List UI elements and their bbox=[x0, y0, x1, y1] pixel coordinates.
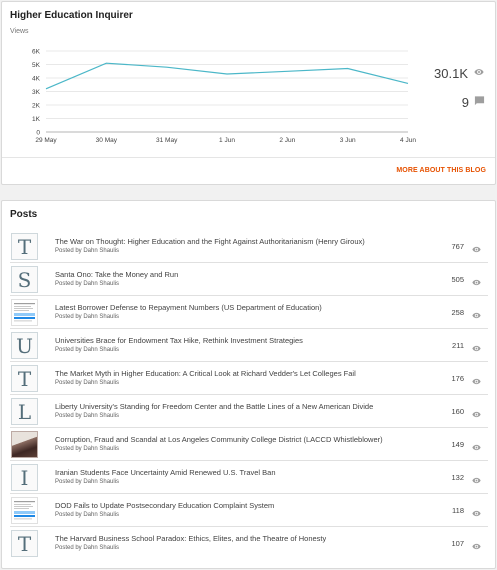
eye-icon bbox=[471, 307, 482, 325]
views-series-line bbox=[45, 62, 409, 90]
views-total: 30.1K bbox=[434, 65, 468, 81]
post-author: Posted by Dahn Shaulis bbox=[55, 413, 120, 419]
eye-icon bbox=[471, 241, 482, 259]
post-title-link[interactable]: DOD Fails to Update Postsecondary Educat… bbox=[55, 501, 274, 510]
x-tick-label: 2 Jun bbox=[279, 137, 295, 144]
comments-total: 9 bbox=[461, 94, 469, 110]
views-line-chart: 0 1K 2K 3K 4K 5K 6K 29 May 30 May 31 May 1 Jun 2 J… bbox=[32, 49, 416, 145]
post-view-count: 107 bbox=[451, 539, 464, 548]
post-thumbnail-document[interactable] bbox=[11, 497, 38, 524]
posts-title: Posts bbox=[10, 209, 38, 220]
y-tick-label: 1K bbox=[32, 116, 41, 123]
eye-icon bbox=[471, 274, 482, 292]
eye-icon bbox=[471, 538, 482, 556]
post-view-count: 118 bbox=[452, 506, 464, 515]
comment-icon bbox=[474, 93, 485, 111]
chart-x-ticks: 29 May 30 May 31 May 1 Jun 2 Jun 3 Jun 4 Jun bbox=[35, 137, 416, 144]
eye-icon bbox=[471, 340, 482, 358]
post-view-count: 258 bbox=[451, 308, 464, 317]
x-tick-label: 3 Jun bbox=[340, 137, 356, 144]
post-author: Posted by Dahn Shaulis bbox=[55, 347, 120, 353]
post-view-count: 505 bbox=[451, 275, 464, 284]
posts-list: T The War on Thought: Higher Education an… bbox=[10, 230, 488, 560]
eye-icon bbox=[473, 64, 485, 82]
chart-y-ticks: 0 1K 2K 3K 4K 5K 6K bbox=[32, 49, 41, 137]
post-author: Posted by Dahn Shaulis bbox=[55, 248, 120, 254]
post-thumbnail-photo[interactable] bbox=[11, 431, 38, 458]
stats-card: Higher Education Inquirer Views 0 1K 2K 3K 4… bbox=[1, 1, 496, 185]
post-author: Posted by Dahn Shaulis bbox=[55, 380, 120, 386]
post-view-count: 767 bbox=[451, 242, 464, 251]
x-tick-label: 1 Jun bbox=[219, 137, 235, 144]
eye-icon bbox=[471, 472, 482, 490]
x-tick-label: 4 Jun bbox=[400, 137, 416, 144]
post-title-link[interactable]: Iranian Students Face Uncertainty Amid R… bbox=[55, 468, 276, 477]
post-view-count: 132 bbox=[451, 473, 464, 482]
eye-icon bbox=[471, 406, 482, 424]
post-thumbnail-letter[interactable]: T bbox=[11, 233, 38, 260]
post-row[interactable]: U Universities Brace for Endowment Tax Hi… bbox=[10, 329, 488, 362]
eye-icon bbox=[471, 439, 482, 457]
post-row[interactable]: DOD Fails to Update Postsecondary Educat… bbox=[10, 494, 488, 527]
post-row[interactable]: T The Harvard Business School Paradox: Et… bbox=[10, 527, 488, 560]
post-author: Posted by Dahn Shaulis bbox=[55, 446, 120, 452]
post-row[interactable]: T The War on Thought: Higher Education an… bbox=[10, 230, 488, 263]
post-title-link[interactable]: The War on Thought: Higher Education and… bbox=[55, 237, 365, 246]
post-title-link[interactable]: Santa Ono: Take the Money and Run bbox=[55, 270, 178, 279]
comments-stat: 9 bbox=[462, 93, 485, 111]
post-row[interactable]: I Iranian Students Face Uncertainty Amid … bbox=[10, 461, 488, 494]
post-row[interactable]: Corruption, Fraud and Scandal at Los Ang… bbox=[10, 428, 488, 461]
post-row[interactable]: Latest Borrower Defense to Repayment Num… bbox=[10, 296, 488, 329]
post-view-count: 149 bbox=[451, 440, 464, 449]
post-row[interactable]: T The Market Myth in Higher Education: A … bbox=[10, 362, 488, 395]
y-tick-label: 3K bbox=[32, 89, 41, 96]
post-view-count: 211 bbox=[452, 341, 464, 350]
y-tick-label: 4K bbox=[32, 76, 41, 83]
chart-label: Views bbox=[10, 28, 29, 35]
post-row[interactable]: L Liberty University's Standing for Freed… bbox=[10, 395, 488, 428]
x-tick-label: 30 May bbox=[96, 137, 118, 144]
post-author: Posted by Dahn Shaulis bbox=[55, 512, 120, 518]
y-tick-label: 2K bbox=[32, 103, 41, 110]
post-view-count: 176 bbox=[451, 374, 464, 383]
more-about-blog-link[interactable]: MORE ABOUT THIS BLOG bbox=[396, 167, 486, 174]
card-divider bbox=[2, 157, 495, 158]
post-author: Posted by Dahn Shaulis bbox=[55, 281, 120, 287]
post-thumbnail-letter[interactable]: S bbox=[11, 266, 38, 293]
post-author: Posted by Dahn Shaulis bbox=[55, 314, 120, 320]
post-title-link[interactable]: Corruption, Fraud and Scandal at Los Ang… bbox=[55, 435, 383, 444]
x-tick-label: 31 May bbox=[156, 137, 178, 144]
y-tick-label: 5K bbox=[32, 62, 41, 69]
post-title-link[interactable]: The Market Myth in Higher Education: A C… bbox=[55, 369, 356, 378]
post-thumbnail-letter[interactable]: I bbox=[11, 464, 38, 491]
x-tick-label: 29 May bbox=[35, 137, 57, 144]
post-title-link[interactable]: Latest Borrower Defense to Repayment Num… bbox=[55, 303, 322, 312]
post-view-count: 160 bbox=[451, 407, 464, 416]
post-row[interactable]: S Santa Ono: Take the Money and Run Posted… bbox=[10, 263, 488, 296]
post-title-link[interactable]: Universities Brace for Endowment Tax Hik… bbox=[55, 336, 303, 345]
post-title-link[interactable]: The Harvard Business School Paradox: Eth… bbox=[55, 534, 326, 543]
y-tick-label: 0 bbox=[36, 130, 40, 137]
post-thumbnail-letter[interactable]: U bbox=[11, 332, 38, 359]
eye-icon bbox=[471, 505, 482, 523]
blog-title: Higher Education Inquirer bbox=[10, 10, 133, 21]
eye-icon bbox=[471, 373, 482, 391]
post-author: Posted by Dahn Shaulis bbox=[55, 545, 120, 551]
y-tick-label: 6K bbox=[32, 49, 41, 56]
post-title-link[interactable]: Liberty University's Standing for Freedo… bbox=[55, 402, 373, 411]
post-thumbnail-letter[interactable]: L bbox=[11, 398, 38, 425]
post-thumbnail-letter[interactable]: T bbox=[11, 530, 38, 557]
views-stat: 30.1K bbox=[434, 64, 485, 82]
posts-card: Posts T The War on Thought: Higher Educat… bbox=[1, 200, 496, 569]
chart-grid bbox=[46, 50, 408, 133]
post-thumbnail-document[interactable] bbox=[11, 299, 38, 326]
post-author: Posted by Dahn Shaulis bbox=[55, 479, 120, 485]
post-thumbnail-letter[interactable]: T bbox=[11, 365, 38, 392]
